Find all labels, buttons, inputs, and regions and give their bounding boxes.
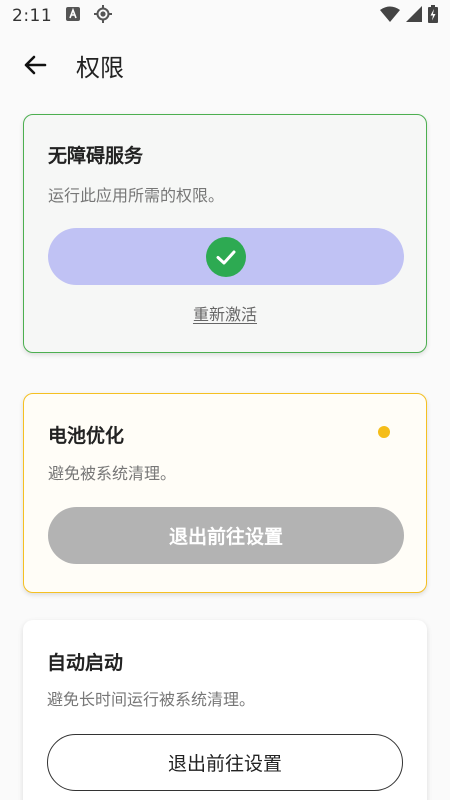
autostart-permission-card: 自动启动 避免长时间运行被系统清理。 退出前往设置 [23,620,427,800]
wifi-icon [380,6,400,27]
cellular-icon [406,5,422,27]
card-description: 避免被系统清理。 [48,464,177,483]
page-title: 权限 [76,54,124,82]
battery-optimization-card: 电池优化 避免被系统清理。 退出前往设置 [23,393,427,593]
card-description: 避免长时间运行被系统清理。 [47,690,256,709]
autostart-exit-to-settings-button[interactable]: 退出前往设置 [47,734,403,791]
card-title: 电池优化 [48,425,125,447]
card-title: 无障碍服务 [48,145,144,167]
status-time: 2:11 [12,6,53,26]
check-circle-icon [206,236,246,277]
gps-icon [94,4,113,28]
back-button[interactable] [20,52,50,82]
app-notification-icon [66,6,81,26]
battery-exit-to-settings-button[interactable]: 退出前往设置 [48,507,404,564]
status-right-icons [380,4,438,28]
arrow-left-icon [23,53,47,81]
accessibility-permission-card: 无障碍服务 运行此应用所需的权限。 重新激活 [23,114,427,353]
app-bar: 权限 [0,40,450,92]
status-bar: 2:11 [0,0,450,32]
card-title: 自动启动 [47,652,124,674]
card-description: 运行此应用所需的权限。 [48,186,225,205]
warning-status-dot [378,426,390,438]
reactivate-link[interactable]: 重新激活 [24,301,426,325]
accessibility-granted-button[interactable] [48,228,404,285]
status-left-icons [66,4,113,28]
reactivate-link-label[interactable]: 重新激活 [193,305,257,324]
battery-charging-icon [428,4,438,28]
